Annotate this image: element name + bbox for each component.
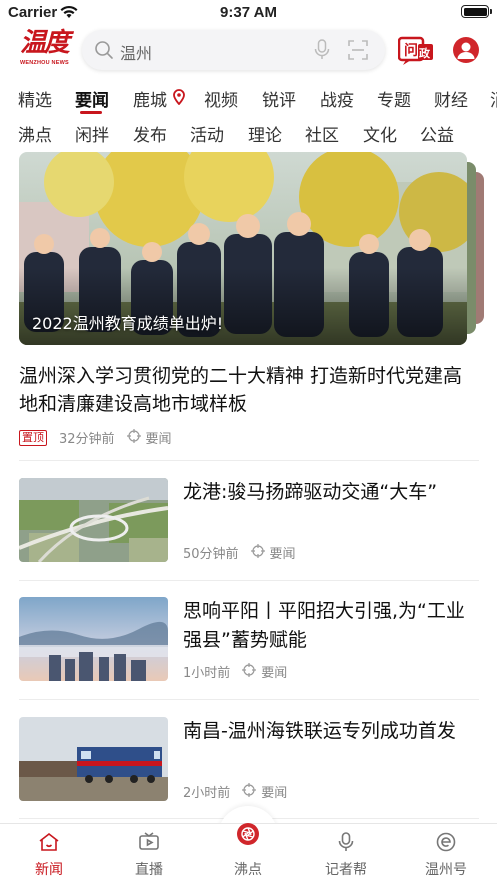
status-bar: Carrier 9:37 AM (0, 0, 497, 26)
divider (19, 460, 479, 461)
channel-tab[interactable]: 专题 (377, 86, 411, 111)
crosshair-icon (250, 543, 265, 562)
carousel-next-card (475, 172, 484, 324)
article-meta: 1小时前 要闻 (183, 662, 287, 681)
article-time: 2小时前 (183, 786, 231, 801)
channel-tab[interactable]: 社区 (305, 121, 339, 146)
article-tag[interactable]: 要闻 (146, 428, 172, 447)
microphone-icon (335, 832, 357, 856)
list-item[interactable]: 龙港:骏马扬蹄驱动交通“大车” 50分钟前 要闻 (19, 478, 479, 588)
article-time: 1小时前 (183, 666, 231, 681)
search-icon (94, 40, 114, 64)
divider (19, 699, 479, 700)
search-input[interactable]: 温州 (82, 30, 385, 70)
crosshair-icon (242, 782, 257, 801)
user-avatar-icon[interactable] (453, 37, 479, 63)
svg-text:政: 政 (419, 46, 431, 60)
divider (19, 580, 479, 581)
article-time: 50分钟前 (183, 547, 239, 562)
pinned-badge: 置顶 (19, 429, 47, 446)
channel-tab[interactable]: 发布 (133, 121, 167, 146)
channel-tab[interactable]: 公益 (420, 121, 454, 146)
article-thumbnail (19, 597, 168, 681)
list-item[interactable]: 思响平阳丨平阳招大引强,为“工业强县”蓄势赋能 1小时前 要闻 (19, 597, 479, 707)
microphone-icon[interactable] (314, 39, 330, 65)
channel-tab[interactable]: 沸点 (18, 121, 52, 146)
channel-tab[interactable]: 闲拌 (75, 121, 109, 146)
hero-caption: 2022温州教育成绩单出炉! (32, 314, 224, 333)
article-meta: 50分钟前 要闻 (183, 543, 296, 562)
channel-tab[interactable]: 战疫 (320, 86, 354, 111)
channel-tab[interactable]: 鹿城 (133, 86, 167, 111)
home-icon (38, 832, 60, 856)
article-thumbnail (19, 717, 168, 801)
active-tab-indicator (80, 111, 102, 114)
location-pin-icon (173, 89, 185, 109)
status-time: 9:37 AM (220, 4, 277, 21)
channel-tab[interactable]: 锐评 (262, 86, 296, 111)
tab-label: 沸点 (234, 862, 262, 878)
article-title[interactable]: 龙港:骏马扬蹄驱动交通“大车” (183, 478, 477, 507)
tab-live[interactable]: 直播 (114, 832, 184, 879)
channel-tab[interactable]: 财经 (434, 86, 468, 111)
channel-tab-active[interactable]: 要闻 (75, 86, 109, 111)
channel-tab[interactable]: 视频 (204, 86, 238, 111)
crosshair-icon (126, 428, 141, 447)
app-logo: 温度 WENZHOU NEWS (20, 28, 70, 74)
logo-text: 温度 (20, 28, 70, 58)
search-placeholder: 温州 (120, 44, 153, 63)
article-title[interactable]: 思响平阳丨平阳招大引强,为“工业强县”蓄势赋能 (183, 597, 477, 655)
logo-subtext: WENZHOU NEWS (20, 60, 69, 66)
crosshair-icon (242, 662, 257, 681)
subscription-icon (435, 832, 457, 856)
article-title[interactable]: 南昌-温州海铁联运专列成功首发 (183, 717, 477, 746)
channel-tab[interactable]: 精选 (18, 86, 52, 111)
article-time: 32分钟前 (59, 432, 115, 447)
tab-wenzhou-account[interactable]: 温州号 (411, 832, 481, 879)
scan-icon[interactable] (348, 40, 368, 64)
channel-tab[interactable]: 文化 (363, 121, 397, 146)
app-header: 温度 WENZHOU NEWS 温州 问政 (0, 26, 497, 78)
article-tag[interactable]: 要闻 (261, 782, 287, 801)
top-article[interactable]: 温州深入学习贯彻党的二十大精神 打造新时代党建高地和清廉建设高地市域样板 (19, 362, 479, 418)
tab-label: 直播 (135, 862, 163, 878)
tab-label: 温州号 (425, 862, 467, 878)
tv-icon (138, 832, 160, 856)
tab-news[interactable]: 新闻 (14, 832, 84, 879)
article-thumbnail (19, 478, 168, 562)
channel-tabs-secondary: 沸点 闲拌 发布 活动 理论 社区 文化 公益 (0, 115, 497, 149)
aperture-icon[interactable] (237, 823, 259, 845)
tab-reporter-help[interactable]: 记者帮 (311, 832, 381, 879)
hero-banner[interactable]: 2022温州教育成绩单出炉! (19, 152, 467, 345)
article-tag[interactable]: 要闻 (261, 662, 287, 681)
ask-government-icon[interactable]: 问政 (397, 34, 434, 66)
channel-tab[interactable]: 理论 (248, 121, 282, 146)
svg-text:问: 问 (404, 42, 418, 59)
channel-tab[interactable]: 活动 (190, 121, 224, 146)
article-tag[interactable]: 要闻 (270, 543, 296, 562)
article-meta: 2小时前 要闻 (183, 782, 287, 801)
channel-tabs-primary: 精选 要闻 鹿城 视频 锐评 战疫 专题 财经 消 (0, 80, 497, 114)
channel-tab[interactable]: 消 (490, 86, 497, 111)
top-article-title[interactable]: 温州深入学习贯彻党的二十大精神 打造新时代党建高地和清廉建设高地市域样板 (19, 362, 479, 418)
top-article-meta: 置顶 32分钟前 要闻 (19, 428, 172, 447)
battery-icon (461, 5, 492, 18)
tab-label: 新闻 (35, 862, 63, 878)
tab-label: 记者帮 (325, 862, 367, 878)
